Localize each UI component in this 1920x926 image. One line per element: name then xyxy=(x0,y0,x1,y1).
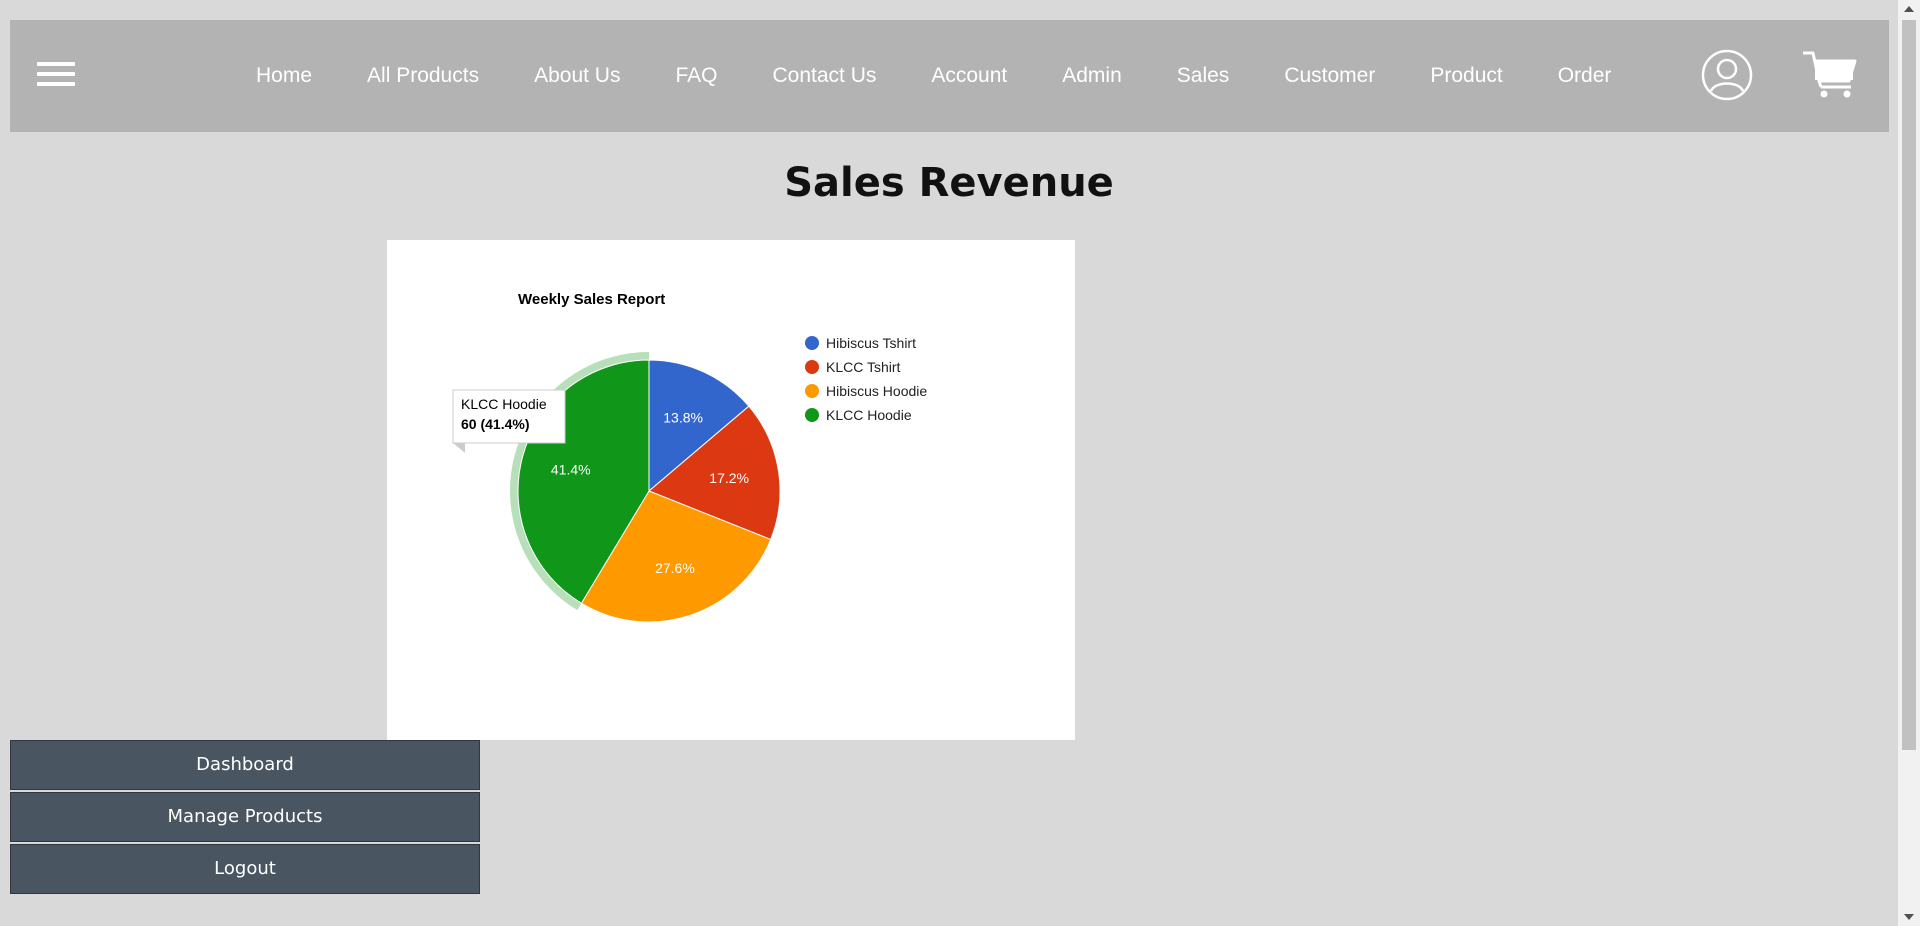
scroll-down-arrow-icon[interactable] xyxy=(1904,914,1914,920)
nav-link-account[interactable]: Account xyxy=(931,64,1007,88)
nav-link-contact-us[interactable]: Contact Us xyxy=(772,64,876,88)
legend-swatch-hibiscus-tshirt xyxy=(805,336,819,350)
tooltip-pointer xyxy=(453,443,465,453)
user-icon[interactable] xyxy=(1701,49,1753,101)
legend-swatch-klcc-tshirt xyxy=(805,360,819,374)
logout-button[interactable]: Logout xyxy=(10,844,480,894)
slice-label-hibiscus-hoodie: 27.6% xyxy=(655,560,695,576)
hamburger-icon[interactable] xyxy=(37,62,75,90)
manage-products-button[interactable]: Manage Products xyxy=(10,792,480,842)
slice-label-klcc-tshirt: 17.2% xyxy=(709,470,749,486)
scroll-thumb[interactable] xyxy=(1902,20,1916,750)
nav-link-product[interactable]: Product xyxy=(1430,64,1502,88)
tooltip-label: KLCC Hoodie xyxy=(461,396,547,412)
chart-title: Weekly Sales Report xyxy=(518,291,665,308)
dashboard-button[interactable]: Dashboard xyxy=(10,740,480,790)
legend-label-klcc-tshirt[interactable]: KLCC Tshirt xyxy=(826,359,901,375)
nav-link-all-products[interactable]: All Products xyxy=(367,64,479,88)
legend-swatch-hibiscus-hoodie xyxy=(805,384,819,398)
scroll-up-arrow-icon[interactable] xyxy=(1904,6,1914,12)
legend-label-klcc-hoodie[interactable]: KLCC Hoodie xyxy=(826,407,912,423)
nav-link-admin[interactable]: Admin xyxy=(1062,64,1122,88)
chart-card: Weekly Sales Report 13.8% Hibiscus Tshirt 1… xyxy=(387,240,1075,740)
nav-link-about-us[interactable]: About Us xyxy=(534,64,620,88)
page-title: Sales Revenue xyxy=(784,160,1114,206)
slice-label-hibiscus-tshirt: 13.8% xyxy=(663,409,703,425)
admin-side-menu: Dashboard Manage Products Logout xyxy=(10,740,480,896)
nav-link-home[interactable]: Home xyxy=(256,64,312,88)
legend-swatch-klcc-hoodie xyxy=(805,408,819,422)
tooltip-value: 60 (41.4%) xyxy=(461,416,529,432)
nav-link-faq[interactable]: FAQ xyxy=(675,64,717,88)
top-navbar: Home All Products About Us FAQ Contact Us Acc… xyxy=(10,20,1889,132)
pie-chart: Weekly Sales Report 13.8% Hibiscus Tshirt 1… xyxy=(452,291,927,623)
nav-link-order[interactable]: Order xyxy=(1558,64,1612,88)
nav-links: Home All Products About Us FAQ Contact Us Acc… xyxy=(256,20,1666,132)
legend-label-hibiscus-tshirt[interactable]: Hibiscus Tshirt xyxy=(826,335,916,351)
cart-icon[interactable] xyxy=(1801,49,1857,99)
nav-link-sales[interactable]: Sales xyxy=(1177,64,1230,88)
slice-label-klcc-hoodie: 41.4% xyxy=(551,461,591,477)
legend-label-hibiscus-hoodie[interactable]: Hibiscus Hoodie xyxy=(826,383,927,399)
nav-link-customer[interactable]: Customer xyxy=(1284,64,1375,88)
vertical-scrollbar[interactable] xyxy=(1898,0,1920,926)
